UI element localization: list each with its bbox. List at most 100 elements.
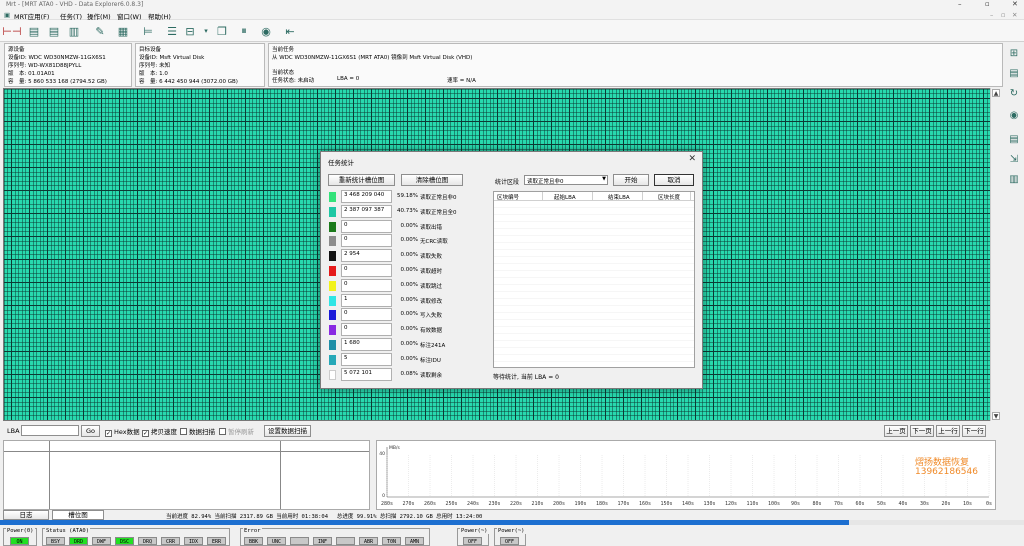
rate-x-tick-label: 0s <box>986 501 992 507</box>
error-led-unc: UNC <box>267 537 286 545</box>
clear-map-button[interactable]: 清除槽位图 <box>401 174 463 186</box>
stat-color-swatch <box>329 251 336 262</box>
pause-refresh-checkbox[interactable]: 暂停刷新 <box>219 426 254 436</box>
scroll-down-arrow-icon[interactable]: ▼ <box>992 412 1000 420</box>
prev-page-button[interactable]: 上一页 <box>884 425 908 437</box>
copy-icon[interactable]: ❐ <box>214 23 230 39</box>
doc-close-button[interactable]: ✕ <box>1012 11 1017 19</box>
tab-log[interactable]: 日志 <box>3 510 49 520</box>
hex-data-checkbox[interactable]: ✓ Hex数据 <box>105 426 140 437</box>
error-led-bbk: BBK <box>244 537 263 545</box>
copy-speed-label: 拷贝速度 <box>151 428 177 436</box>
copy-speed-checkbox[interactable]: ✓ 拷贝速度 <box>142 426 177 437</box>
col-start-lba: 起始LBA <box>554 195 576 201</box>
minimize-button[interactable]: – <box>958 0 962 8</box>
next-row-button[interactable]: 下一行 <box>962 425 986 437</box>
tab-slot-map[interactable]: 槽位图 <box>52 510 104 520</box>
cancel-button[interactable]: 取消 <box>654 174 694 186</box>
list-icon[interactable]: ☰ <box>164 23 180 39</box>
stat-row: 0 0.00% 无CRC读取 <box>328 234 491 248</box>
split-icon[interactable]: ⊢⊣ <box>2 23 21 39</box>
scroll-up-arrow-icon[interactable]: ▲ <box>992 89 1000 97</box>
waiting-text: 等待统计, 当前 LBA = 0 <box>493 374 559 381</box>
rate-x-tick-label: 210s <box>531 501 543 507</box>
sector-map-scrollbar[interactable]: ▲ ▼ <box>990 88 1000 421</box>
redraw-map-button[interactable]: 重新统计槽位图 <box>328 174 395 186</box>
error-led-t0n: T0N <box>382 537 401 545</box>
doc-icon[interactable]: ▤ <box>1007 134 1021 148</box>
report-icon[interactable]: ▥ <box>1007 174 1021 188</box>
power-led: ON <box>10 537 29 545</box>
status-led-err: ERR <box>207 537 226 545</box>
dropdown-icon[interactable]: ▾ <box>198 23 214 39</box>
exit-icon[interactable]: ⇤ <box>282 23 298 39</box>
stat-percent: 0.00% <box>400 311 418 318</box>
stat-name: 读取剩余 <box>420 372 443 379</box>
col-end-lba: 结束LBA <box>608 195 630 201</box>
doc-icon[interactable]: ▤ <box>1007 68 1021 82</box>
data-scan-checkbox[interactable]: 数据扫描 <box>180 426 215 436</box>
doc-icon[interactable]: ▥ <box>66 23 82 39</box>
stat-value: 1 <box>341 293 392 307</box>
record-icon[interactable]: ◉ <box>1007 110 1021 124</box>
refresh-icon[interactable]: ↻ <box>1007 88 1021 102</box>
list-icon[interactable]: ⊟ <box>182 23 198 39</box>
dialog-close-icon[interactable]: ✕ <box>688 154 696 164</box>
rate-x-tick-label: 160s <box>639 501 651 507</box>
start-button[interactable]: 开始 <box>613 174 649 186</box>
range-select-value: 读取正常且非0 <box>527 179 564 185</box>
save-icon[interactable]: ▦ <box>115 23 131 39</box>
stat-value: 0 <box>341 323 392 337</box>
doc-restore-button[interactable]: ▫ <box>1001 11 1005 19</box>
block-list[interactable]: 区块编号 起始LBA 结束LBA 区块长度 <box>493 191 695 368</box>
stat-percent: 0.00% <box>400 326 418 333</box>
power3-label: Power(~) <box>497 528 526 534</box>
stat-percent: 0.00% <box>400 296 418 303</box>
target-version: 版 本: 1.0 <box>139 71 168 77</box>
doc-icon[interactable]: ▤ <box>46 23 62 39</box>
power3-led: OFF <box>500 537 519 545</box>
stat-percent: 59.18% <box>397 193 418 199</box>
stat-color-swatch <box>329 236 336 247</box>
stat-percent: 0.00% <box>400 222 418 229</box>
stat-row: 1 0.00% 读取修改 <box>328 293 491 308</box>
task-state-header: 当前状态 <box>272 70 295 76</box>
scan-settings-button[interactable]: 设置数据扫描 <box>264 425 311 437</box>
doc-icon[interactable]: ▤ <box>26 23 42 39</box>
stop-icon[interactable]: ◉ <box>258 23 274 39</box>
stat-value: 0 <box>341 234 392 248</box>
target-header: 目标设备 <box>139 47 162 53</box>
stat-row: 0 0.00% 读取跳过 <box>328 278 491 293</box>
link-icon[interactable]: ⊨ <box>140 23 156 39</box>
progress-bar <box>0 520 1024 525</box>
tree-icon[interactable]: ⊞ <box>1007 48 1021 62</box>
close-button[interactable]: ✕ <box>1012 0 1018 8</box>
range-select[interactable]: 读取正常且非0 ▼ <box>524 175 608 185</box>
stat-percent: 0.00% <box>400 281 418 288</box>
prev-row-button[interactable]: 上一行 <box>936 425 960 437</box>
stat-color-swatch <box>329 266 336 276</box>
rate-x-tick-label: 50s <box>877 501 886 507</box>
progress-text: 当前进度 82.94% 当前扫描 2317.89 GB 当前用时 01:38:0… <box>166 514 483 520</box>
rate-x-tick-label: 190s <box>574 501 586 507</box>
rate-x-tick-label: 20s <box>941 501 950 507</box>
stat-name: 读取超时 <box>420 269 443 275</box>
lba-input[interactable] <box>21 425 79 436</box>
maximize-button[interactable]: ▫ <box>985 0 990 8</box>
stat-row: 0 0.00% 有效数据 <box>328 323 491 337</box>
edit-icon[interactable]: ✎ <box>92 23 108 39</box>
status-bar: Power(0) ON Status (ATA0) BSY DRD DWF DS… <box>0 527 1024 546</box>
export-icon[interactable]: ⇲ <box>1007 154 1021 168</box>
window-title: Mrt - [MRT ATA0 - VHD - Data Explorer6.0… <box>6 1 144 8</box>
lba-label: LBA <box>7 427 20 435</box>
stat-color-swatch <box>329 369 336 380</box>
power2-label: Power(~) <box>460 528 489 534</box>
next-page-button[interactable]: 下一页 <box>910 425 934 437</box>
source-id: 设备ID: WDC WD30NMZW-11GX6S1 <box>8 55 106 61</box>
pause-icon[interactable]: ⏸ <box>236 23 252 39</box>
rate-x-tick-label: 280s <box>381 501 393 507</box>
data-scan-label: 数据扫描 <box>189 428 215 436</box>
go-button[interactable]: Go <box>81 425 100 437</box>
stat-row: 2 954 0.00% 读取失败 <box>328 249 491 263</box>
doc-minimize-button[interactable]: – <box>990 11 993 19</box>
